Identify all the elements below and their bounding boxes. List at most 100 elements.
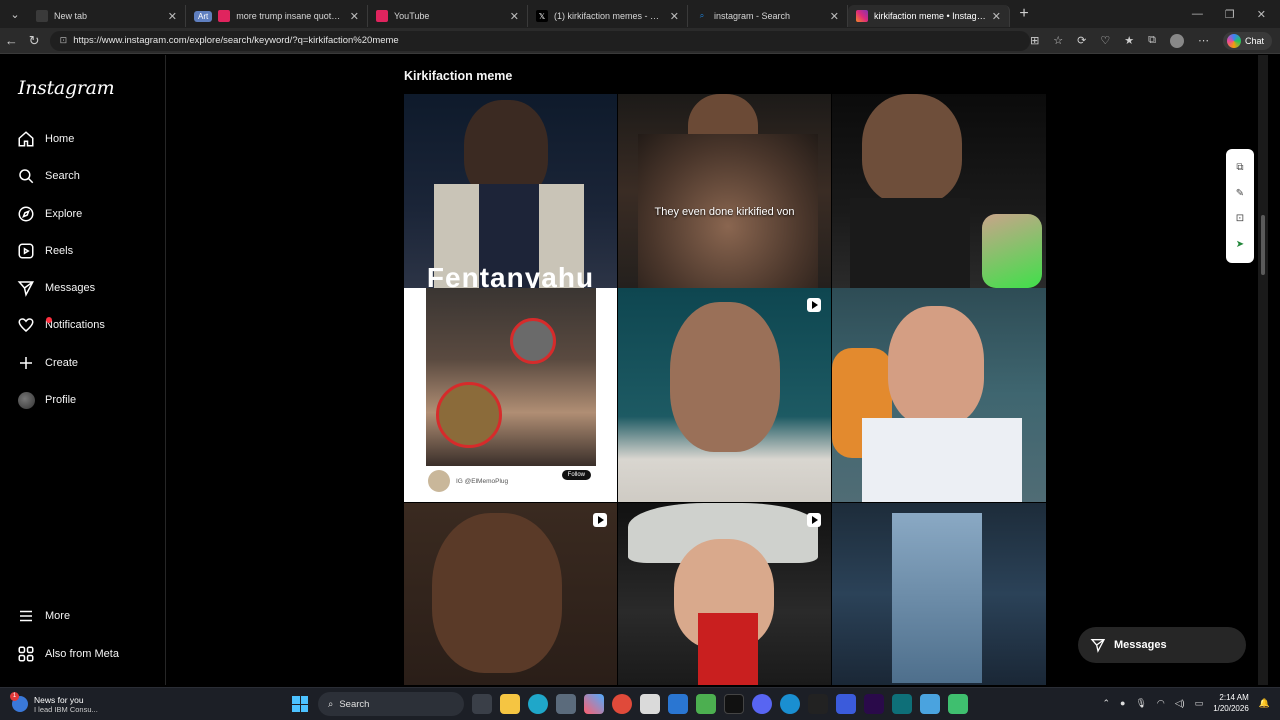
scrollbar-thumb[interactable]: [1261, 215, 1265, 275]
app-icon[interactable]: [836, 694, 856, 714]
close-window-icon[interactable]: ✕: [1257, 8, 1266, 21]
file-explorer-icon[interactable]: [500, 694, 520, 714]
post-image-detail: [510, 318, 556, 364]
instagram-logo[interactable]: Instagram: [18, 77, 115, 99]
plus-icon: [16, 353, 36, 373]
close-tab-icon[interactable]: ✕: [510, 10, 519, 23]
taskbar: 1 News for you I lead IBM Consu... ⌕ Sea…: [0, 687, 1280, 720]
close-tab-icon[interactable]: ✕: [168, 10, 177, 23]
nav-profile[interactable]: Profile: [16, 385, 156, 415]
app-icon[interactable]: [640, 694, 660, 714]
post-tile[interactable]: IG @ElMemoPlug Follow: [404, 288, 617, 502]
chrome-icon[interactable]: [612, 694, 632, 714]
post-tile[interactable]: [618, 503, 831, 685]
favorite-star-icon[interactable]: ☆: [1053, 34, 1063, 47]
nav-more[interactable]: More: [16, 601, 156, 631]
profile-avatar-icon[interactable]: [1169, 33, 1184, 48]
screenshot-icon[interactable]: ⊡: [1236, 213, 1244, 224]
tab-instagram-search[interactable]: ⌕ instagram - Search ✕: [688, 5, 848, 27]
post-tile[interactable]: [832, 288, 1046, 502]
clock[interactable]: 2:14 AM 1/20/2026: [1213, 692, 1249, 714]
tiktok-icon[interactable]: [724, 694, 744, 714]
tab-x-search[interactable]: 𝕏 (1) kirkifaction memes - Search / X ✕: [528, 5, 688, 27]
tab-actions-menu-icon[interactable]: ⌄: [2, 4, 28, 24]
edge-beta-icon[interactable]: [780, 694, 800, 714]
maximize-icon[interactable]: ❐: [1225, 8, 1235, 21]
nav-reels[interactable]: Reels: [16, 236, 156, 266]
site-info-icon[interactable]: ⊡: [60, 35, 68, 46]
messages-floating-button[interactable]: Messages: [1078, 627, 1246, 663]
tab-trump-quotes[interactable]: Art more trump insane quotes out of ✕: [186, 5, 368, 27]
post-tile[interactable]: [618, 288, 831, 502]
new-tab-button[interactable]: +: [1010, 5, 1038, 23]
microphone-icon[interactable]: 🎙: [1135, 698, 1146, 709]
nav-label: Profile: [45, 394, 77, 406]
mail-icon[interactable]: [668, 694, 688, 714]
tab-group-label[interactable]: Art: [194, 10, 213, 22]
minecraft-icon[interactable]: [696, 694, 716, 714]
nav-home[interactable]: Home: [16, 124, 156, 154]
news-badge: 1: [10, 692, 19, 701]
post-tile[interactable]: [832, 94, 1046, 288]
nav-explore[interactable]: Explore: [16, 199, 156, 229]
notifications-bell-icon[interactable]: 🔔: [1259, 698, 1270, 709]
post-tile[interactable]: [832, 503, 1046, 685]
volume-icon[interactable]: ◁): [1175, 698, 1185, 709]
task-view-icon[interactable]: [472, 694, 492, 714]
tab-youtube[interactable]: YouTube ✕: [368, 5, 528, 27]
refresh-icon[interactable]: ↻: [23, 33, 46, 49]
nav-notifications[interactable]: Notifications: [16, 310, 156, 340]
edge-icon[interactable]: [528, 694, 548, 714]
copilot-chat-button[interactable]: Chat: [1222, 31, 1272, 50]
extensions-icon[interactable]: ⟳: [1077, 34, 1086, 47]
copilot-icon: [1226, 33, 1241, 48]
collections-icon[interactable]: ⧉: [1148, 34, 1156, 47]
premiere-icon[interactable]: [864, 694, 884, 714]
close-tab-icon[interactable]: ✕: [830, 10, 839, 23]
post-image-detail: [862, 418, 1022, 502]
app-icon[interactable]: [892, 694, 912, 714]
close-tab-icon[interactable]: ✕: [992, 10, 1001, 23]
chevron-up-icon[interactable]: ⌃: [1102, 698, 1110, 709]
tab-instagram-active[interactable]: kirkifaction meme • Instagram ✕: [848, 5, 1010, 27]
more-options-icon[interactable]: ⋯: [1198, 34, 1209, 47]
app-available-icon[interactable]: ⊞: [1030, 34, 1039, 47]
news-widget[interactable]: 1 News for you I lead IBM Consu...: [10, 692, 152, 714]
nav-search[interactable]: Search: [16, 161, 156, 191]
chat-label: Chat: [1244, 35, 1264, 46]
windows-start-icon[interactable]: [290, 694, 310, 714]
app-icon[interactable]: [920, 694, 940, 714]
copy-icon[interactable]: ⧉: [1236, 162, 1243, 173]
discord-icon[interactable]: [752, 694, 772, 714]
reel-play-icon: [807, 298, 821, 312]
close-tab-icon[interactable]: ✕: [670, 10, 679, 23]
post-caption-overlay: They even done kirkified von: [654, 206, 795, 218]
browser-essentials-icon[interactable]: ♡: [1100, 34, 1110, 47]
app-icon[interactable]: [948, 694, 968, 714]
url-text: https://www.instagram.com/explore/search…: [73, 35, 399, 46]
back-icon[interactable]: ←: [0, 33, 23, 48]
tab-new-tab[interactable]: New tab ✕: [28, 5, 186, 27]
nav-messages[interactable]: Messages: [16, 273, 156, 303]
post-tile[interactable]: [404, 503, 617, 685]
nav-create[interactable]: Create: [16, 348, 156, 378]
minimize-icon[interactable]: —: [1192, 8, 1203, 21]
tray-app-icon[interactable]: ●: [1120, 698, 1125, 708]
copilot-app-icon[interactable]: [584, 694, 604, 714]
url-field[interactable]: ⊡ https://www.instagram.com/explore/sear…: [49, 30, 1031, 51]
close-tab-icon[interactable]: ✕: [350, 10, 359, 23]
nav-label: More: [45, 610, 71, 622]
nav-also-from-meta[interactable]: Also from Meta: [16, 639, 156, 669]
tab-title: instagram - Search: [714, 11, 791, 21]
post-tile[interactable]: They even done kirkified von: [618, 94, 831, 288]
pin-icon[interactable]: ➤: [1236, 239, 1244, 250]
battery-icon[interactable]: ▭: [1195, 698, 1204, 709]
store-icon[interactable]: [556, 694, 576, 714]
favorites-icon[interactable]: ★: [1124, 34, 1134, 47]
edit-icon[interactable]: ✎: [1236, 188, 1244, 199]
taskbar-search[interactable]: ⌕ Search: [318, 692, 464, 716]
app-icon[interactable]: [808, 694, 828, 714]
wifi-icon[interactable]: ◠: [1157, 698, 1165, 709]
page-scrollbar[interactable]: [1258, 55, 1268, 685]
post-tile[interactable]: Fentanyahu: [404, 94, 617, 288]
